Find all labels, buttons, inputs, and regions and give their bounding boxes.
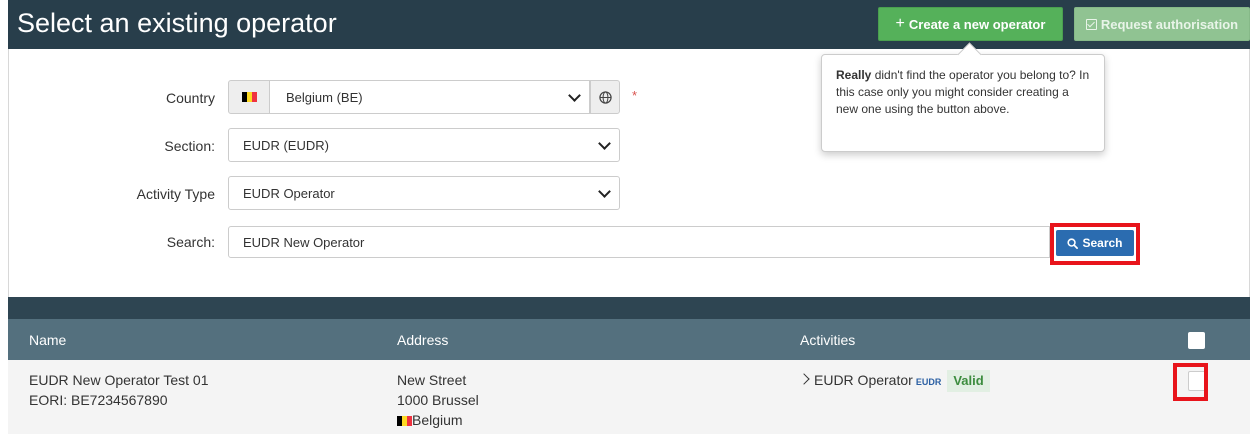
create-operator-label: Create a new operator — [908, 16, 1046, 32]
globe-button[interactable] — [590, 80, 620, 114]
country-select[interactable]: Belgium (BE) — [270, 80, 590, 114]
page-header: Select an existing operator + Create a n… — [8, 0, 1250, 49]
activity-type-label: Activity Type — [136, 186, 215, 202]
row-checkbox-highlight — [1173, 363, 1208, 401]
status-badge: Valid — [947, 370, 990, 392]
address-street: New Street — [397, 372, 467, 388]
country-value: Belgium (BE) — [286, 89, 363, 105]
chevron-down-icon — [598, 137, 611, 150]
create-operator-tooltip: Really didn't find the operator you belo… — [821, 54, 1105, 152]
address-country: Belgium — [397, 410, 479, 430]
create-operator-button[interactable]: + Create a new operator — [878, 7, 1063, 41]
plus-icon: + — [895, 15, 905, 32]
address-city: 1000 Brussel — [397, 392, 479, 408]
request-authorisation-label: Request authorisation — [1100, 16, 1239, 32]
column-header-address: Address — [397, 332, 449, 348]
chevron-down-icon — [568, 89, 581, 102]
search-label: Search: — [166, 234, 215, 250]
operator-eori: EORI: BE7234567890 — [29, 392, 168, 408]
country-flag-addon — [228, 80, 270, 114]
column-header-activities: Activities — [800, 332, 856, 348]
activity-type-value: EUDR Operator — [243, 185, 335, 201]
country-label: Country — [165, 90, 215, 106]
select-all-checkbox[interactable] — [1188, 332, 1205, 349]
belgium-flag-icon — [397, 416, 412, 427]
required-marker: * — [632, 88, 638, 103]
tooltip-bold: Really — [836, 68, 872, 82]
results-table-header: Name Address Activities — [8, 319, 1250, 360]
activity-tag: EUDR — [915, 377, 942, 387]
activity-name[interactable]: EUDR Operator — [814, 372, 913, 388]
search-highlight — [1050, 223, 1140, 265]
section-value: EUDR (EUDR) — [243, 137, 329, 153]
chevron-down-icon — [598, 185, 611, 198]
results-band — [8, 297, 1250, 319]
section-select[interactable]: EUDR (EUDR) — [228, 128, 620, 162]
request-authorisation-button[interactable]: Request authorisation — [1074, 7, 1250, 41]
address-country-name: Belgium — [412, 412, 463, 428]
globe-icon — [598, 90, 612, 104]
belgium-flag-icon — [241, 92, 257, 102]
chevron-right-icon[interactable] — [798, 373, 810, 385]
table-row[interactable]: EUDR New Operator Test 01 EORI: BE723456… — [8, 360, 1250, 434]
page-title: Select an existing operator — [17, 8, 337, 38]
country-select-group: Belgium (BE) — [228, 80, 620, 114]
search-input-value: EUDR New Operator — [243, 234, 365, 250]
column-header-name: Name — [29, 332, 67, 348]
check-square-icon — [1085, 18, 1097, 30]
operator-name: EUDR New Operator Test 01 — [29, 372, 209, 388]
search-input[interactable]: EUDR New Operator — [228, 226, 1050, 258]
section-label: Section: — [164, 138, 215, 154]
tooltip-text: didn't find the operator you belong to? … — [836, 68, 1090, 116]
activity-type-select[interactable]: EUDR Operator — [228, 176, 620, 210]
